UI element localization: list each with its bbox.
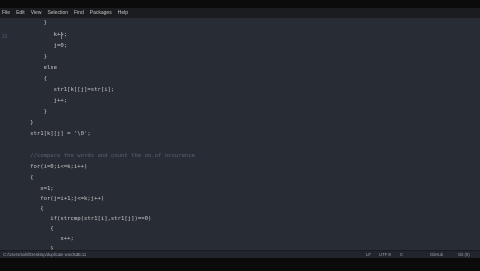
menu-help[interactable]: Help bbox=[118, 10, 128, 16]
line-ending[interactable]: LF bbox=[366, 251, 371, 258]
menu-edit[interactable]: Edit bbox=[16, 10, 25, 16]
code-editor[interactable]: 25 } k++; j=0; } else { str1[k][j]=str[i… bbox=[0, 18, 480, 250]
letterbox-bottom bbox=[0, 258, 480, 270]
code-line: { bbox=[20, 175, 34, 181]
code-line: } bbox=[20, 20, 47, 26]
comment-line: //compare the words and count the no.of … bbox=[20, 153, 196, 159]
github-button[interactable]: GitHub bbox=[430, 251, 443, 258]
code-line: j=0; bbox=[20, 43, 68, 49]
code-line: } bbox=[20, 54, 47, 60]
menu-packages[interactable]: Packages bbox=[90, 10, 112, 16]
code-line: else bbox=[20, 65, 58, 71]
line-gutter: 25 bbox=[0, 18, 16, 250]
text-cursor bbox=[61, 32, 62, 39]
github-icon bbox=[424, 252, 429, 267]
code-line: if(strcmp(str1[i],str1[j])==0) bbox=[20, 216, 152, 222]
menu-bar: File Edit View Selection Find Packages H… bbox=[0, 8, 480, 18]
code-line: } bbox=[20, 109, 47, 115]
code-line: str1[k][j]=str[i]; bbox=[20, 87, 115, 93]
app-window: File Edit View Selection Find Packages H… bbox=[0, 0, 480, 270]
code-line: { bbox=[20, 206, 44, 212]
file-path[interactable]: C:/Users/sahil/Desktop/duplicate words.c bbox=[3, 251, 79, 258]
code-line: for(j=i+1;j<=k;j++) bbox=[20, 196, 105, 202]
encoding[interactable]: UTF-8 bbox=[379, 251, 391, 258]
line-number: 25 bbox=[2, 35, 8, 40]
code-line: str1[k][j] = '\0'; bbox=[20, 131, 91, 137]
git-icon bbox=[452, 252, 457, 267]
git-button[interactable]: Git (0) bbox=[458, 251, 470, 258]
menu-find[interactable]: Find bbox=[74, 10, 84, 16]
code-line: j++; bbox=[20, 98, 68, 104]
code-line: for(i=0;i<=k;i++) bbox=[20, 164, 88, 170]
grammar[interactable]: C bbox=[400, 251, 403, 258]
code-line: { bbox=[20, 76, 47, 82]
menu-selection[interactable]: Selection bbox=[47, 10, 68, 16]
menu-view[interactable]: View bbox=[31, 10, 42, 16]
status-bar: C:/Users/sahil/Desktop/duplicate words.c… bbox=[0, 250, 480, 267]
menu-file[interactable]: File bbox=[2, 10, 10, 16]
cursor-position[interactable]: 25:11 bbox=[76, 251, 86, 258]
code-line: x=1; bbox=[20, 186, 54, 192]
code-line: { bbox=[20, 226, 54, 232]
code-line: } bbox=[20, 120, 34, 126]
code-line: x++; bbox=[20, 236, 74, 242]
